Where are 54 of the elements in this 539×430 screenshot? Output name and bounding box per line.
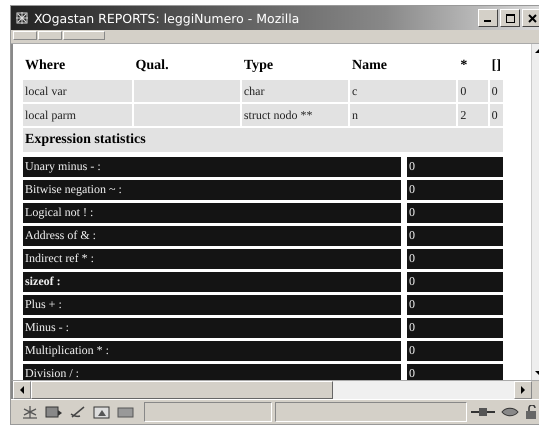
column-header: Name — [350, 57, 388, 75]
table-cell: 0 — [490, 104, 503, 126]
close-icon — [528, 14, 536, 22]
column-header: Where — [24, 57, 66, 75]
stat-label: Minus - : — [23, 318, 401, 338]
table-cell: 0 — [458, 80, 488, 102]
table-cell: 0 — [490, 80, 503, 102]
stat-value: 0 — [407, 249, 503, 269]
column-header: [] — [490, 57, 502, 75]
app-icon — [15, 11, 29, 25]
section-title: Expression statistics — [23, 128, 503, 152]
table-cell: local var — [23, 80, 132, 102]
stat-label: Bitwise negation ~ : — [23, 180, 401, 200]
toolbar-button[interactable] — [13, 31, 37, 40]
stat-label: Address of & : — [23, 226, 401, 246]
connection-icon — [470, 405, 496, 419]
table-cell: n — [350, 104, 456, 126]
stat-value: 0 — [407, 295, 503, 315]
minimize-button[interactable] — [478, 9, 498, 27]
stat-value: 0 — [407, 226, 503, 246]
window-title: XOgastan REPORTS: leggiNumero - Mozilla — [34, 10, 300, 26]
stat-value: 0 — [407, 272, 503, 292]
maximize-icon — [506, 14, 514, 22]
column-header: Type — [242, 57, 274, 75]
table-cell: char — [242, 80, 348, 102]
horizontal-scrollbar[interactable] — [11, 380, 539, 399]
stat-label: Logical not ! : — [23, 203, 401, 223]
stat-label: Division / : — [23, 364, 401, 380]
maximize-button[interactable] — [500, 9, 520, 27]
column-header: Qual. — [134, 57, 170, 75]
table-cell: c — [350, 80, 456, 102]
eye-icon — [500, 405, 520, 419]
stat-value: 0 — [407, 318, 503, 338]
table-cell: 2 — [458, 104, 488, 126]
toolbar-button[interactable] — [38, 31, 62, 40]
stat-label: sizeof : — [23, 272, 401, 292]
toolbar-button[interactable] — [63, 31, 105, 40]
stat-label: Plus + : — [23, 295, 401, 315]
scroll-right-icon[interactable] — [520, 386, 526, 394]
column-header: * — [459, 57, 468, 75]
stat-label: Indirect ref * : — [23, 249, 401, 269]
stat-value: 0 — [407, 364, 503, 380]
table-cell: struct nodo ** — [242, 104, 348, 126]
stat-label: Unary minus - : — [23, 157, 401, 177]
stat-value: 0 — [407, 203, 503, 223]
stat-value: 0 — [407, 341, 503, 361]
pen-icon[interactable] — [69, 405, 87, 419]
stat-value: 0 — [407, 180, 503, 200]
table-cell: local parm — [23, 104, 132, 126]
scroll-left-icon[interactable] — [19, 386, 25, 394]
stat-value: 0 — [407, 157, 503, 177]
close-button[interactable] — [522, 9, 539, 27]
stat-label: Multiplication * : — [23, 341, 401, 361]
padlock-icon — [524, 405, 539, 419]
